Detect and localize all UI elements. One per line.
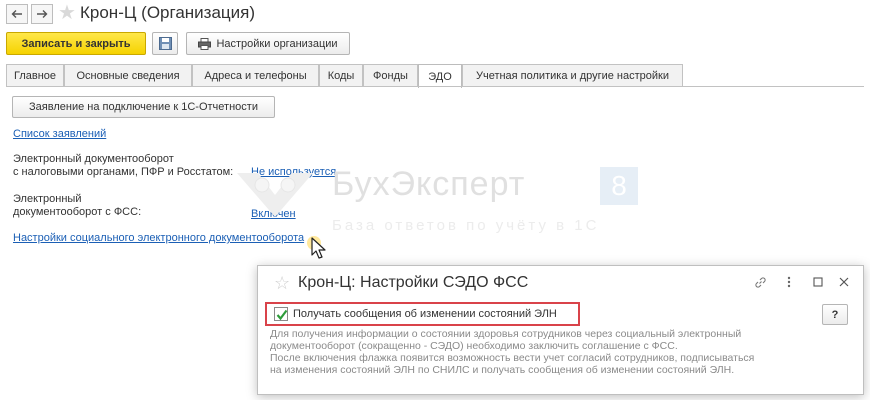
organization-settings-button[interactable]: Настройки организации bbox=[186, 32, 350, 55]
forward-arrow-icon bbox=[37, 10, 48, 18]
save-and-close-button[interactable]: Записать и закрыть bbox=[6, 32, 146, 55]
edo-fss-label-line1: Электронный bbox=[13, 193, 82, 205]
connect-application-button[interactable]: Заявление на подключение к 1С-Отчетности bbox=[12, 96, 275, 118]
back-button[interactable] bbox=[6, 4, 28, 24]
mouse-cursor-icon bbox=[307, 236, 326, 259]
tab-addresses-phones[interactable]: Адреса и телефоны bbox=[192, 64, 319, 87]
hint-line-2: документооборот (сокращенно - СЭДО) необ… bbox=[270, 340, 678, 352]
forward-button[interactable] bbox=[31, 4, 53, 24]
form-toolbar: Записать и закрыть Настройки организации bbox=[0, 32, 870, 56]
dialog-favorite-star-icon[interactable]: ☆ bbox=[274, 274, 290, 292]
watermark-owl-icon bbox=[237, 173, 313, 217]
watermark-tagline: База ответов по учёту в 1С bbox=[332, 217, 600, 234]
window-titlebar: ★ Крон-Ц (Организация) bbox=[0, 0, 870, 28]
close-icon[interactable] bbox=[836, 274, 852, 290]
printer-icon bbox=[198, 37, 212, 50]
receive-eln-messages-checkbox[interactable] bbox=[274, 307, 288, 321]
tab-edo[interactable]: ЭДО bbox=[418, 64, 462, 88]
help-button[interactable]: ? bbox=[822, 304, 848, 325]
maximize-icon[interactable] bbox=[810, 274, 826, 290]
receive-eln-messages-label: Получать сообщения об изменении состояни… bbox=[293, 308, 557, 320]
checkbox-highlight-frame: Получать сообщения об изменении состояни… bbox=[265, 302, 580, 326]
save-button[interactable] bbox=[152, 32, 178, 55]
edo-fss-label-line2: документооборот с ФСС: bbox=[13, 206, 142, 218]
applications-list-link[interactable]: Список заявлений bbox=[13, 128, 106, 140]
hint-line-3: После включения флажка появится возможно… bbox=[270, 352, 755, 364]
form-tabs: Главное Основные сведения Адреса и телеф… bbox=[6, 64, 864, 88]
edo-taxes-label-line1: Электронный документооборот bbox=[13, 153, 174, 165]
link-icon[interactable] bbox=[752, 274, 768, 290]
tab-basic-info[interactable]: Основные сведения bbox=[64, 64, 192, 87]
organization-settings-label: Настройки организации bbox=[216, 37, 338, 50]
more-icon[interactable] bbox=[781, 274, 797, 290]
watermark-digit: 8 bbox=[600, 167, 638, 205]
watermark: БухЭксперт 8 База ответов по учёту в 1С bbox=[232, 165, 652, 245]
sedo-settings-dialog: ☆ Крон-Ц: Настройки СЭДО ФСС Получать со… bbox=[257, 265, 864, 395]
dialog-title: Крон-Ц: Настройки СЭДО ФСС bbox=[298, 274, 529, 291]
back-arrow-icon bbox=[11, 10, 22, 18]
tab-accounting-policy[interactable]: Учетная политика и другие настройки bbox=[462, 64, 683, 87]
tab-funds[interactable]: Фонды bbox=[363, 64, 418, 87]
watermark-brand: БухЭксперт bbox=[332, 165, 526, 203]
checkmark-icon bbox=[276, 309, 288, 321]
tab-codes[interactable]: Коды bbox=[319, 64, 363, 87]
favorite-star-icon[interactable]: ★ bbox=[58, 3, 76, 23]
floppy-disk-icon bbox=[158, 37, 172, 50]
hint-line-1: Для получения информации о состоянии здо… bbox=[270, 328, 742, 340]
tab-main[interactable]: Главное bbox=[6, 64, 64, 87]
edo-taxes-label-line2: с налоговыми органами, ПФР и Росстатом: bbox=[13, 166, 234, 178]
window-title: Крон-Ц (Организация) bbox=[80, 3, 256, 22]
hint-line-4: на изменения состояний ЭЛН по СНИЛС и по… bbox=[270, 364, 735, 376]
